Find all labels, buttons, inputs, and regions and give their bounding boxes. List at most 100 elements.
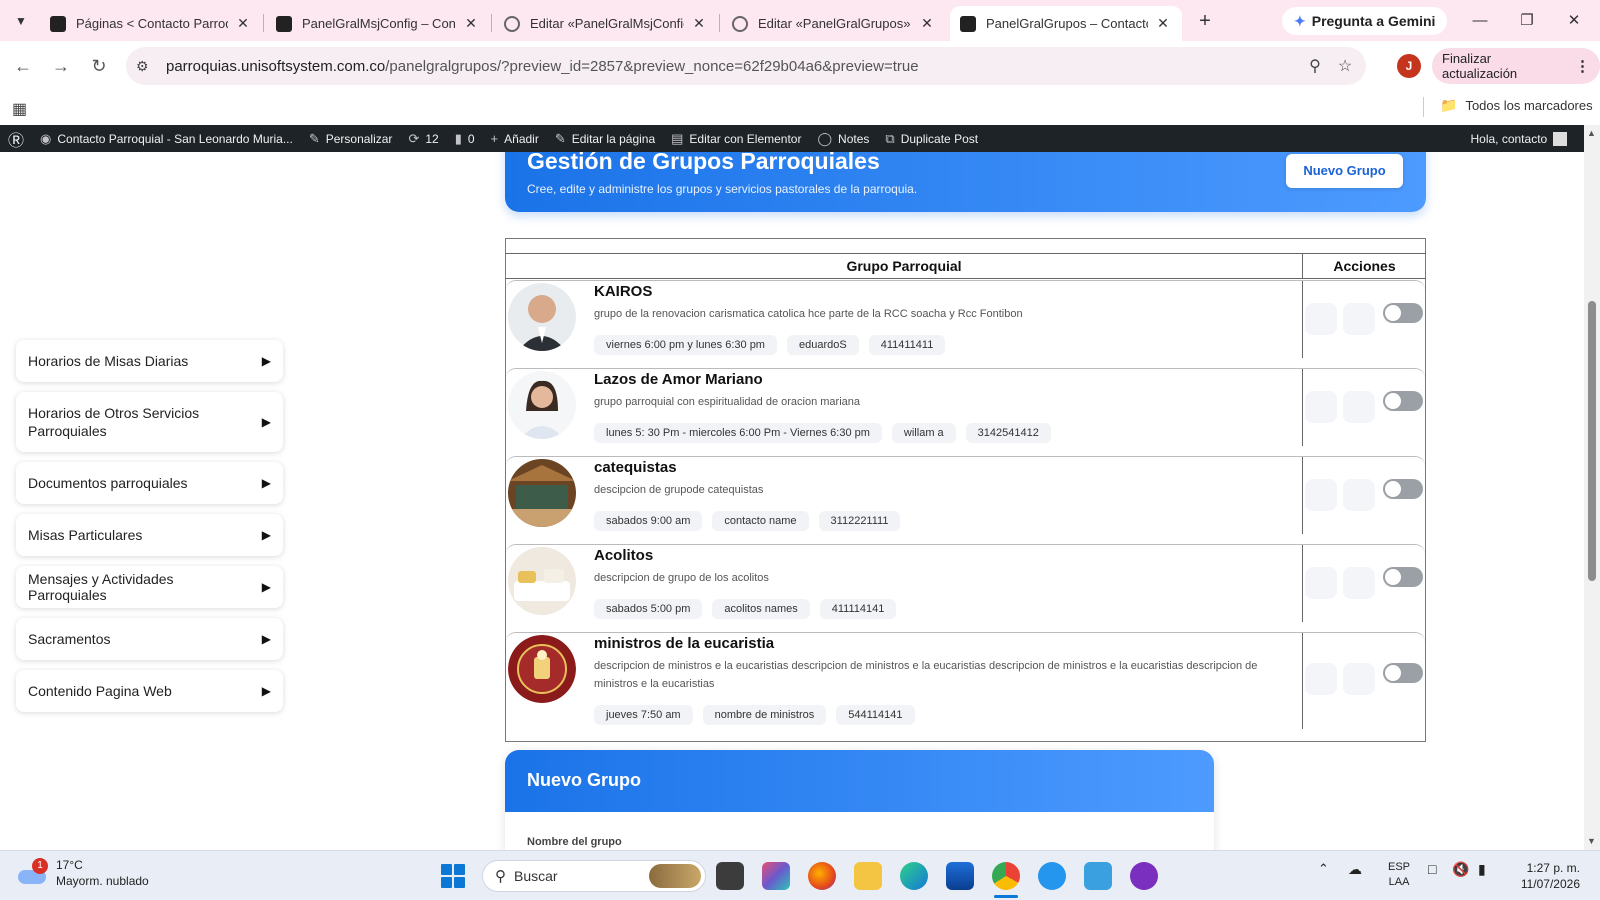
sidebar-item-otros-servicios[interactable]: Horarios de Otros Servicios Parroquiales… [16,392,283,452]
admin-account[interactable]: Hola, contacto [1462,125,1575,152]
edit-button[interactable] [1305,567,1337,599]
admin-comments[interactable]: ▮ 0 [447,125,483,152]
delete-button[interactable] [1343,479,1375,511]
admin-edit-page[interactable]: ✎ Editar la página [547,125,663,152]
m365-copilot-icon[interactable] [762,862,790,890]
edit-button[interactable] [1305,663,1337,695]
reload-icon[interactable]: ↻ [86,53,112,79]
delete-button[interactable] [1343,391,1375,423]
table-row: Lazos de Amor Mariano grupo parroquial c… [506,368,1425,446]
taskbar-search[interactable]: ⚲ Buscar [482,860,706,892]
delete-button[interactable] [1343,303,1375,335]
volume-muted-icon[interactable]: 🔇 [1452,861,1469,878]
back-arrow-icon[interactable]: ← [10,53,36,79]
tab-close-icon[interactable]: ✕ [918,15,936,32]
new-group-button[interactable]: Nuevo Grupo [1286,154,1403,188]
tab-close-icon[interactable]: ✕ [690,15,708,32]
forward-arrow-icon[interactable]: → [48,53,74,79]
admin-add-new[interactable]: + Añadir [483,125,547,152]
admin-notes[interactable]: ◯ Notes [809,125,877,152]
language-indicator[interactable]: ESP LAA [1388,860,1410,890]
edit-button[interactable] [1305,303,1337,335]
tab-close-icon[interactable]: ✕ [234,15,252,32]
microsoft-store-icon[interactable] [946,862,974,890]
sidebar-item-misas-diarias[interactable]: Horarios de Misas Diarias ▶ [16,340,283,382]
admin-duplicate-post[interactable]: ⧉ Duplicate Post [877,125,986,152]
profile-avatar[interactable]: J [1397,54,1421,78]
task-view-icon[interactable] [716,862,744,890]
search-placeholder: Buscar [514,868,558,884]
browser-tab-panelgralgrupos[interactable]: PanelGralGrupos – Contacto ✕ [950,6,1182,41]
address-bar[interactable]: ⚙ parroquias.unisoftsystem.com.co/panelg… [126,47,1366,85]
tray-chevron-up-icon[interactable]: ⌃ [1318,861,1329,877]
scroll-down-icon[interactable]: ▼ [1587,836,1596,846]
chrome-icon[interactable] [992,862,1020,890]
group-name: KAIROS [594,283,653,300]
firefox-icon[interactable] [808,862,836,890]
tab-close-icon[interactable]: ✕ [1154,15,1172,32]
page-scrollbar[interactable]: ▲ ▼ [1584,125,1600,850]
browser-tab-panelgralmsjconfig[interactable]: PanelGralMsjConfig – Contacto ✕ [266,6,490,41]
battery-icon[interactable]: ▮ [1478,861,1486,878]
notification-badge: 1 [32,858,48,874]
sidebar-item-misas-particulares[interactable]: Misas Particulares ▶ [16,514,283,556]
tab-search-chevron-icon[interactable]: ▼ [8,8,34,34]
delete-button[interactable] [1343,663,1375,695]
contact-chip: nombre de ministros [702,705,827,725]
wordpress-logo-icon[interactable]: Ⓡ [0,125,32,152]
window-close-icon[interactable]: ✕ [1554,8,1594,34]
bookmark-star-icon[interactable]: ☆ [1330,56,1360,76]
address-url[interactable]: parroquias.unisoftsystem.com.co/panelgra… [166,58,1300,75]
active-toggle[interactable] [1383,479,1423,499]
restore-icon[interactable]: ❐ [1507,8,1547,34]
browser-tab-paginas[interactable]: Páginas < Contacto Parroquial ✕ [40,6,262,41]
scrollbar-thumb[interactable] [1588,301,1596,581]
search-icon: ⚲ [495,868,506,885]
group-description: descripcion de grupo de los acolitos [594,572,769,584]
globe-icon [504,15,520,32]
onedrive-icon[interactable]: ☁ [1348,861,1362,878]
docker-icon[interactable] [1038,862,1066,890]
notepad-icon[interactable] [1084,862,1112,890]
new-tab-icon[interactable]: + [1192,9,1218,35]
active-toggle[interactable] [1383,663,1423,683]
edit-button[interactable] [1305,479,1337,511]
page-subtitle: Cree, edite y administre los grupos y se… [527,182,918,196]
file-explorer-icon[interactable] [854,862,882,890]
browser-tab-editar-grupos[interactable]: Editar «PanelGralGrupos» con ✕ [722,6,946,41]
active-toggle[interactable] [1383,567,1423,587]
admin-customize[interactable]: ✎ Personalizar [301,125,401,152]
clock-time: 1:27 p. m. [1526,861,1580,875]
admin-site-name[interactable]: ◉ Contacto Parroquial - San Leonardo Muri… [32,125,301,152]
all-bookmarks-button[interactable]: 📁 Todos los marcadores [1440,97,1593,114]
weather-widget[interactable]: 1 17°C Mayorm. nublado [16,857,149,889]
zoom-icon[interactable]: ⚲ [1300,56,1330,76]
sidebar-item-documentos[interactable]: Documentos parroquiales ▶ [16,462,283,504]
finish-update-button[interactable]: Finalizar actualización ⋮ [1432,48,1600,84]
network-icon[interactable]: □ [1428,861,1436,877]
vpn-mask-icon[interactable] [1130,862,1158,890]
edit-button[interactable] [1305,391,1337,423]
admin-updates[interactable]: ⟳ 12 [400,125,446,152]
active-toggle[interactable] [1383,303,1423,323]
admin-edit-elementor[interactable]: ▤ Editar con Elementor [663,125,809,152]
minimize-icon[interactable]: — [1460,8,1500,34]
browser-tab-editar-msjconfig[interactable]: Editar «PanelGralMsjConfig» ✕ [494,6,718,41]
site-settings-icon[interactable]: ⚙ [136,58,156,75]
duplicate-icon: ⧉ [885,130,895,146]
gemini-button[interactable]: ✦ Pregunta a Gemini [1282,7,1448,35]
group-name: catequistas [594,459,677,476]
sidebar-item-sacramentos[interactable]: Sacramentos ▶ [16,618,283,660]
sidebar-item-contenido-web[interactable]: Contenido Pagina Web ▶ [16,670,283,712]
active-toggle[interactable] [1383,391,1423,411]
apps-grid-icon[interactable]: ▦ [12,99,27,119]
tab-close-icon[interactable]: ✕ [462,15,480,32]
windows-start-icon[interactable] [441,864,465,888]
system-clock[interactable]: 1:27 p. m. 11/07/2026 [1510,860,1580,892]
scroll-up-icon[interactable]: ▲ [1587,128,1596,138]
delete-button[interactable] [1343,567,1375,599]
edge-icon[interactable] [900,862,928,890]
sidebar-item-mensajes[interactable]: Mensajes y Actividades Parroquiales ▶ [16,566,283,608]
gemini-label: Pregunta a Gemini [1311,13,1436,29]
bookmarks-bar: ▦ 📁 Todos los marcadores [0,91,1600,125]
